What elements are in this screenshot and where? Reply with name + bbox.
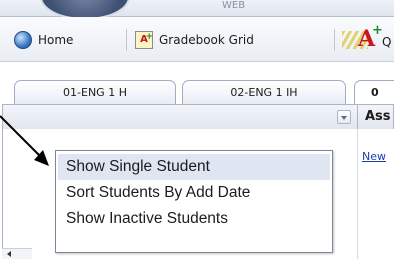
tab-label: 0 — [371, 86, 379, 99]
gradebook-grid-button[interactable]: A + Gradebook Grid — [135, 29, 254, 51]
menu-item-sort-by-add-date[interactable]: Sort Students By Add Date — [58, 180, 330, 206]
toolbar: Home A + Gradebook Grid A + Q — [0, 17, 394, 62]
menu-item-label: Sort Students By Add Date — [66, 184, 251, 201]
tab-01-eng-1h[interactable]: 01-ENG 1 H — [14, 80, 176, 104]
context-menu: Show Single Student Sort Students By Add… — [55, 150, 333, 253]
tab-label: 02-ENG 1 IH — [230, 86, 298, 99]
column-divider — [357, 105, 358, 129]
next-toolbar-label: Q — [382, 35, 392, 49]
column-divider — [357, 129, 358, 259]
globe-icon — [14, 31, 32, 49]
toolbar-divider — [334, 29, 335, 51]
menu-item-show-inactive-students[interactable]: Show Inactive Students — [58, 206, 330, 232]
assignment-column-header: Ass — [365, 109, 391, 124]
home-button[interactable]: Home — [14, 29, 73, 51]
menu-item-label: Show Inactive Students — [66, 210, 228, 227]
new-assignment-link[interactable]: New — [362, 150, 386, 163]
banner-text: WEB — [222, 0, 246, 11]
gradebook-grid-label: Gradebook Grid — [159, 33, 254, 47]
grade-grid-icon: A + — [135, 31, 153, 49]
class-tabstrip: 01-ENG 1 H 02-ENG 1 IH 0 — [0, 62, 394, 104]
scroll-left-icon[interactable] — [2, 248, 32, 259]
chevron-down-icon[interactable] — [337, 110, 351, 124]
app-banner: WEB — [0, 0, 394, 20]
toolbar-divider — [126, 29, 127, 51]
menu-item-label: Show Single Student — [66, 158, 210, 175]
grade-a-plus-button[interactable]: A + Q — [342, 25, 394, 55]
menu-item-show-single-student[interactable]: Show Single Student — [58, 154, 330, 180]
tab-02-eng-1ih[interactable]: 02-ENG 1 IH — [182, 80, 346, 104]
home-label: Home — [38, 33, 74, 47]
tab-active[interactable]: 0 — [354, 80, 394, 104]
grid-header: Ass — [2, 104, 394, 130]
tab-label: 01-ENG 1 H — [63, 86, 127, 99]
